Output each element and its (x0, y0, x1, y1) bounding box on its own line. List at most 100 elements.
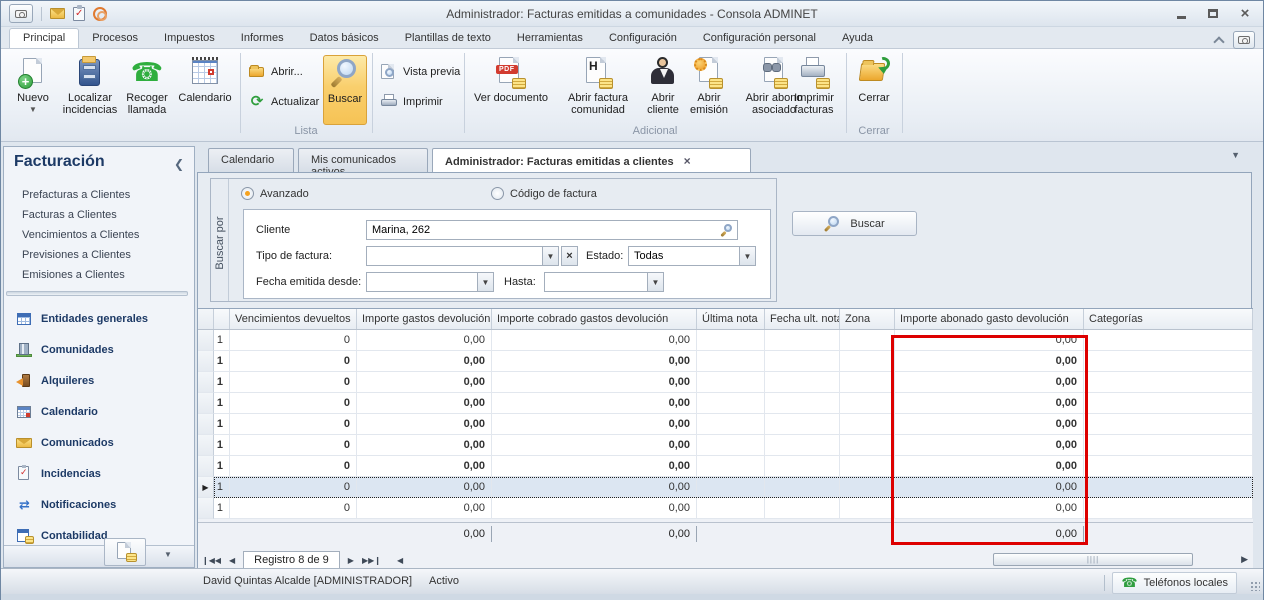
clear-filter-button[interactable]: × (561, 246, 578, 266)
app-menu-button[interactable] (9, 4, 33, 23)
table-row[interactable]: 100,000,000,00 (198, 372, 1253, 393)
column-header-categorias[interactable]: Categorías (1084, 309, 1253, 329)
imprimir-button[interactable]: Imprimir (380, 91, 443, 113)
tab-list-dropdown-icon[interactable]: ▼ (1231, 150, 1240, 160)
minimize-button[interactable] (1171, 4, 1191, 22)
table-row[interactable]: 100,000,000,00 (198, 435, 1253, 456)
ribbon-tab-informes[interactable]: Informes (228, 29, 297, 48)
ver-documento-button[interactable]: PDF Ver documento (468, 55, 554, 121)
collapse-ribbon-icon[interactable] (1213, 36, 1224, 47)
radio-codigo-factura[interactable]: Código de factura (491, 187, 597, 200)
next-record-button[interactable]: ▶ (344, 556, 358, 565)
last-record-button[interactable]: ▶▶❙ (358, 556, 385, 565)
vista-previa-button[interactable]: Vista previa (380, 61, 460, 83)
phone-icon: ☎ (1121, 575, 1137, 591)
summary-cell: 0,00 (492, 526, 697, 542)
search-icon[interactable] (721, 224, 734, 237)
hscroll-left-arrow[interactable]: ◀ (393, 556, 407, 565)
ribbon-tab-plantillas-de-texto[interactable]: Plantillas de texto (392, 29, 504, 48)
sidebar-link-facturas-a-clientes[interactable]: Facturas a Clientes (4, 205, 194, 225)
sidebar-item-calendario[interactable]: Calendario (4, 396, 194, 427)
abrir-emision-button[interactable]: Abrir emisión (686, 55, 732, 121)
column-header-importe-gastos-devolucion[interactable]: Importe gastos devolución (357, 309, 492, 329)
table-row[interactable]: 100,000,000,00 (198, 330, 1253, 351)
sidebar-item-comunicados[interactable]: Comunicados (4, 427, 194, 458)
buscar-button[interactable]: Buscar (323, 55, 367, 125)
calendario-button[interactable]: Calendario (175, 55, 235, 121)
column-header-importe-abonado-gasto-devolucion[interactable]: Importe abonado gasto devolución (895, 309, 1084, 329)
actualizar-button[interactable]: ⟳ Actualizar (248, 91, 319, 113)
recoger-llamada-button[interactable]: ☎ Recoger llamada (121, 55, 173, 121)
ribbon-tab-ayuda[interactable]: Ayuda (829, 29, 886, 48)
main-area: Facturación ❮ Prefacturas a ClientesFact… (1, 142, 1263, 568)
chevron-down-icon[interactable]: ▼ (164, 550, 172, 559)
document-tab-mis-comunicados-activos[interactable]: Mis comunicados activos (298, 148, 428, 172)
sidebar-link-previsiones-a-clientes[interactable]: Previsiones a Clientes (4, 245, 194, 265)
buscar-panel-button[interactable]: Buscar (792, 211, 917, 236)
ribbon-tab-procesos[interactable]: Procesos (79, 29, 151, 48)
sidebar-link-vencimientos-a-clientes[interactable]: Vencimientos a Clientes (4, 225, 194, 245)
abrir-button[interactable]: Abrir... (248, 61, 303, 83)
table-row[interactable]: 100,000,000,00 (198, 351, 1253, 372)
document-tab-calendario[interactable]: Calendario (208, 148, 294, 172)
restore-button[interactable] (1203, 4, 1223, 22)
table-row[interactable]: 100,000,000,00 (198, 414, 1253, 435)
tipo-factura-combo[interactable]: ▼ (366, 246, 559, 266)
local-phones-button[interactable]: ☎ Teléfonos locales (1112, 572, 1237, 594)
ribbon-tab-datos-basicos[interactable]: Datos básicos (297, 29, 392, 48)
cerrar-button[interactable]: Cerrar (850, 55, 898, 121)
sidebar-link-prefacturas-a-clientes[interactable]: Prefacturas a Clientes (4, 185, 194, 205)
ribbon-tab-configuracion[interactable]: Configuración (596, 29, 690, 48)
sidebar-link-emisiones-a-clientes[interactable]: Emisiones a Clientes (4, 265, 194, 285)
column-header-ultima-nota[interactable]: Última nota (697, 309, 765, 329)
ribbon-tab-impuestos[interactable]: Impuestos (151, 29, 228, 48)
column-header-vencimientos-devueltos[interactable]: Vencimientos devueltos (230, 309, 357, 329)
chevron-down-icon[interactable]: ▼ (739, 247, 755, 265)
estado-combo[interactable]: Todas ▼ (628, 246, 756, 266)
localizar-incidencias-button[interactable]: Localizar incidencias (61, 55, 119, 121)
first-record-button[interactable]: ❙◀◀ (198, 556, 225, 565)
search-side-tab[interactable]: Buscar por (211, 179, 229, 301)
sidebar-item-comunidades[interactable]: Comunidades (4, 334, 194, 365)
resize-grip[interactable] (1250, 581, 1260, 591)
sidebar-item-incidencias[interactable]: Incidencias (4, 458, 194, 489)
nuevo-button[interactable]: + Nuevo ▼ (7, 55, 59, 121)
hscroll-right-arrow[interactable]: ▶ (1241, 554, 1248, 565)
fecha-desde-combo[interactable]: ▼ (366, 272, 494, 292)
hasta-combo[interactable]: ▼ (544, 272, 664, 292)
prev-record-button[interactable]: ◀ (225, 556, 239, 565)
grid-cell (1084, 477, 1253, 498)
broadcast-icon[interactable] (93, 7, 107, 21)
ribbon-tab-configuracion-personal[interactable]: Configuración personal (690, 29, 829, 48)
column-header-importe-cobrado-gastos-devolucion[interactable]: Importe cobrado gastos devolución (492, 309, 697, 329)
sidebar-splitter[interactable] (6, 291, 188, 296)
mail-icon[interactable] (50, 8, 65, 19)
table-row[interactable]: 100,000,000,00 (198, 498, 1253, 519)
chevron-down-icon[interactable]: ▼ (542, 247, 558, 265)
collapse-sidebar-icon[interactable]: ❮ (174, 157, 184, 171)
sidebar-item-entidades-generales[interactable]: Entidades generales (4, 303, 194, 334)
cliente-input[interactable]: Marina, 262 (366, 220, 738, 240)
tasks-icon[interactable] (73, 7, 85, 21)
close-tab-icon[interactable]: × (684, 154, 691, 168)
column-header-fecha-ult-nota[interactable]: Fecha ult. nota (765, 309, 840, 329)
abrir-cliente-button[interactable]: Abrir cliente (642, 55, 684, 121)
ribbon-tab-principal[interactable]: Principal (9, 28, 79, 48)
table-row[interactable]: 100,000,000,00 (198, 393, 1253, 414)
imprimir-facturas-button[interactable]: Imprimir facturas (786, 55, 842, 121)
ribbon-tab-herramientas[interactable]: Herramientas (504, 29, 596, 48)
close-button[interactable]: × (1235, 4, 1255, 22)
chevron-down-icon[interactable]: ▼ (647, 273, 663, 291)
column-header-zona[interactable]: Zona (840, 309, 895, 329)
table-row[interactable]: 100,000,000,00 (198, 456, 1253, 477)
sidebar-overflow-button[interactable] (104, 538, 146, 566)
table-row[interactable]: ▶100,000,000,00 (198, 477, 1253, 498)
radio-avanzado[interactable]: Avanzado (241, 187, 491, 200)
chevron-down-icon[interactable]: ▼ (477, 273, 493, 291)
hscroll-thumb[interactable] (993, 553, 1193, 566)
help-logo-button[interactable] (1233, 31, 1255, 49)
sidebar-item-alquileres[interactable]: Alquileres (4, 365, 194, 396)
sidebar-item-notificaciones[interactable]: ⇄Notificaciones (4, 489, 194, 520)
document-tab-administrador-facturas-emitidas-a-clientes[interactable]: Administrador: Facturas emitidas a clien… (432, 148, 751, 172)
abrir-factura-comunidad-button[interactable]: H Abrir factura comunidad (556, 55, 640, 121)
